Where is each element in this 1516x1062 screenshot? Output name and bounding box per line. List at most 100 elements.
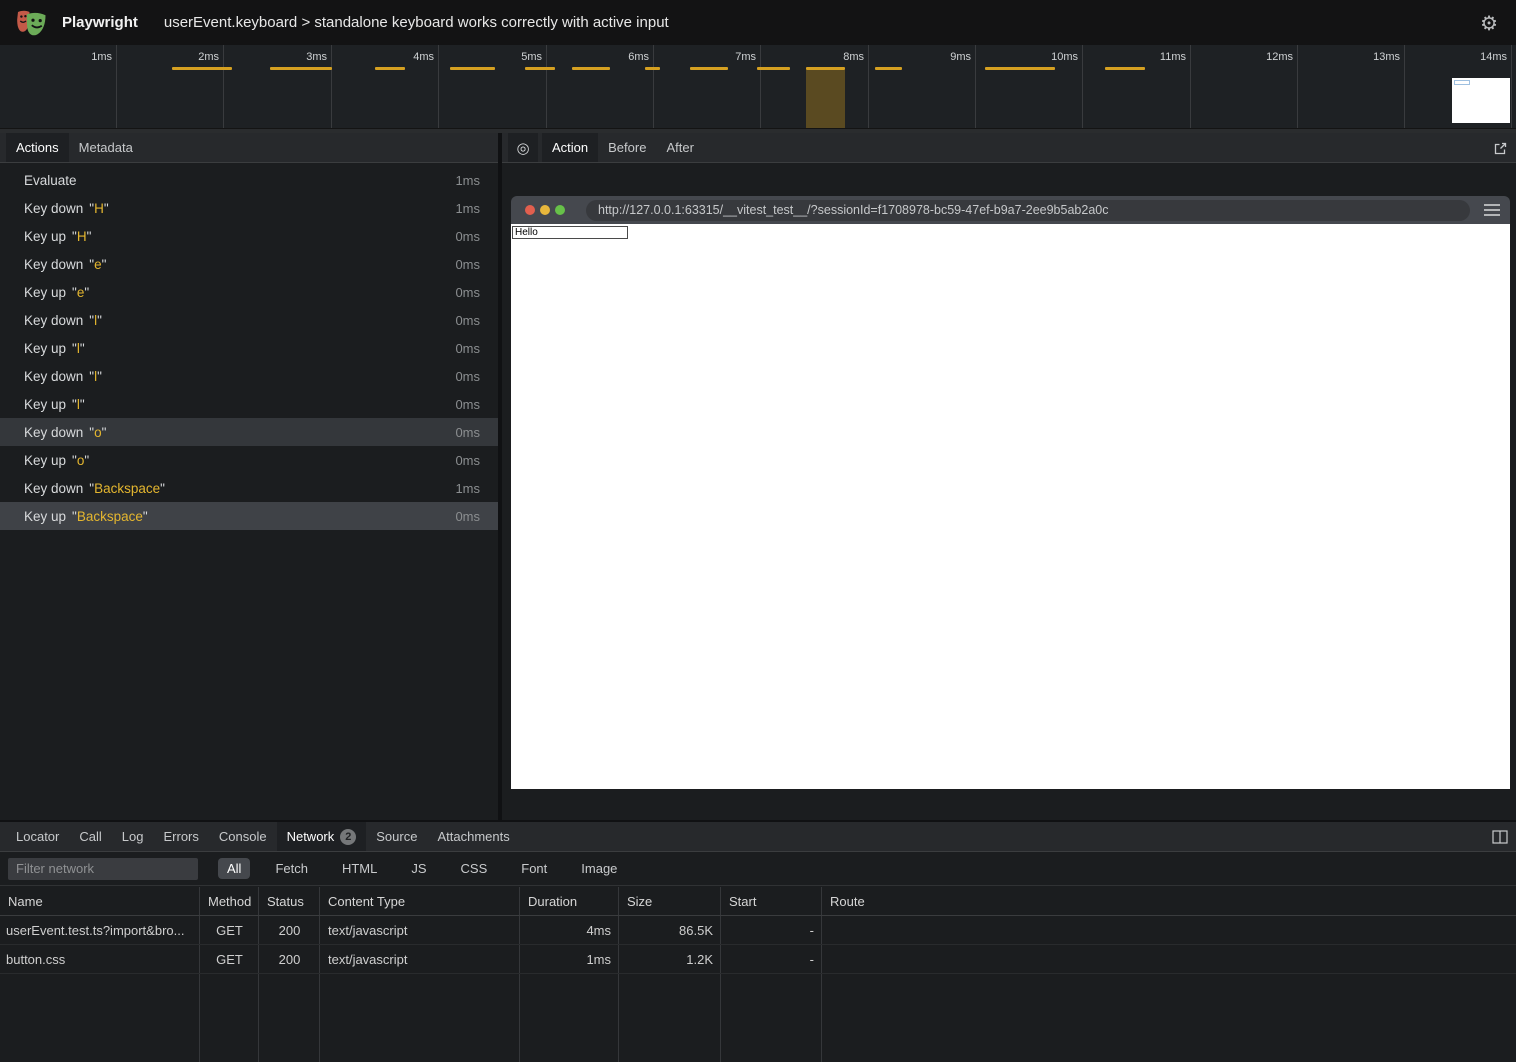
column-header: Start — [721, 894, 822, 909]
action-row[interactable]: Key down "l" 0ms — [0, 306, 498, 334]
details-tab[interactable]: Attachments — [427, 822, 519, 851]
page-text-input[interactable] — [512, 226, 628, 239]
chip-label: Image — [581, 861, 617, 876]
action-label: Key up — [24, 285, 66, 300]
timeline-action-bar[interactable] — [757, 67, 790, 70]
snapshot-tab[interactable]: Before — [598, 133, 656, 162]
action-label: Key down — [24, 369, 83, 384]
action-label: Key down — [24, 313, 83, 328]
network-table-header: Name Method Status Content Type Duration… — [0, 887, 1516, 916]
network-request-row[interactable]: button.css GET 200 text/javascript 1ms 1… — [0, 945, 1516, 974]
action-row[interactable]: Key up "l" 0ms — [0, 334, 498, 362]
details-tab[interactable]: Source — [366, 822, 427, 851]
tab-label: Actions — [16, 140, 59, 155]
details-tab[interactable]: Log — [112, 822, 154, 851]
action-key: "Backspace" — [89, 481, 165, 496]
action-row[interactable]: Key down "e" 0ms — [0, 250, 498, 278]
url-text: http://127.0.0.1:63315/__vitest_test__/?… — [586, 200, 1470, 221]
timeline-gridline: 2ms — [223, 45, 224, 128]
action-duration: 1ms — [455, 173, 498, 188]
network-type-filter-chip[interactable]: Fetch — [266, 858, 317, 879]
main-split: Actions Metadata Evaluate "" 1ms — [0, 133, 1516, 820]
action-row[interactable]: Key down "H" 1ms — [0, 194, 498, 222]
action-duration: 0ms — [455, 509, 498, 524]
timeline-action-bar[interactable] — [875, 67, 902, 70]
snapshot-tab[interactable]: After — [656, 133, 703, 162]
timeline-action-bar[interactable] — [450, 67, 495, 70]
chip-label: Fetch — [275, 861, 308, 876]
timeline-track[interactable]: 1ms 2ms 3ms 4ms 5ms 6ms — [0, 45, 1516, 133]
action-key: "l" — [72, 341, 85, 356]
timeline-tick-label: 8ms — [843, 51, 864, 63]
action-duration: 1ms — [455, 201, 498, 216]
timeline-action-bar[interactable] — [270, 67, 332, 70]
network-filter-row: All Fetch HTML JS CSS — [0, 852, 1516, 886]
network-request-row[interactable]: userEvent.test.ts?import&bro... GET 200 … — [0, 916, 1516, 945]
network-filter-input[interactable] — [8, 858, 198, 880]
network-type-filter-chip[interactable]: Font — [512, 858, 556, 879]
action-list: Evaluate "" 1ms Key down "H" 1ms Key up … — [0, 166, 498, 820]
action-row[interactable]: Key up "H" 0ms — [0, 222, 498, 250]
request-status: 200 — [259, 952, 320, 967]
snapshot-browser-window: http://127.0.0.1:63315/__vitest_test__/?… — [511, 196, 1510, 789]
timeline-action-bar[interactable] — [1105, 67, 1145, 70]
timeline-action-bar[interactable] — [572, 67, 610, 70]
action-key: "e" — [72, 285, 89, 300]
action-label: Key up — [24, 453, 66, 468]
settings-gear-icon[interactable]: ⚙ — [1480, 11, 1504, 35]
request-duration: 1ms — [520, 952, 619, 967]
timeline-action-bar[interactable] — [985, 67, 1055, 70]
network-type-filter-chip[interactable]: HTML — [333, 858, 386, 879]
action-row[interactable]: Key up "e" 0ms — [0, 278, 498, 306]
pick-locator-button[interactable]: ◎ — [508, 133, 538, 162]
request-start: - — [721, 923, 822, 938]
playwright-logo-icon — [14, 8, 50, 38]
action-row[interactable]: Key down "l" 0ms — [0, 362, 498, 390]
network-type-filter-chip[interactable]: JS — [402, 858, 435, 879]
column-header: Name — [0, 894, 200, 909]
action-label: Evaluate — [24, 173, 77, 188]
traffic-light-close-icon — [525, 205, 535, 215]
action-label: Key down — [24, 481, 83, 496]
details-tab[interactable]: Locator — [6, 822, 69, 851]
details-tabs: Locator Call Log Errors — [6, 822, 520, 851]
timeline-action-bar[interactable] — [172, 67, 232, 70]
snapshot-tab[interactable]: Action — [542, 133, 598, 162]
column-header: Content Type — [320, 894, 520, 909]
timeline-gridline: 10ms — [1082, 45, 1083, 128]
timeline-gridline: 3ms — [331, 45, 332, 128]
action-row[interactable]: Key down "Backspace" 1ms — [0, 474, 498, 502]
open-snapshot-external-button[interactable] — [1493, 133, 1508, 163]
network-type-filter-chip[interactable]: CSS — [452, 858, 497, 879]
action-row[interactable]: Key up "o" 0ms — [0, 446, 498, 474]
action-row[interactable]: Key up "l" 0ms — [0, 390, 498, 418]
details-tab[interactable]: Network 2 — [277, 822, 367, 851]
action-row[interactable]: Key up "Backspace" 0ms — [0, 502, 498, 530]
timeline-gridline: 9ms — [975, 45, 976, 128]
action-label: Key up — [24, 229, 66, 244]
action-row[interactable]: Key down "o" 0ms — [0, 418, 498, 446]
request-method: GET — [200, 923, 259, 938]
timeline-action-bar[interactable] — [645, 67, 660, 70]
column-header: Status — [259, 894, 320, 909]
tab-label: Metadata — [79, 140, 133, 155]
timeline-action-bar[interactable] — [525, 67, 555, 70]
timeline-action-bar[interactable] — [806, 67, 845, 70]
request-status: 200 — [259, 923, 320, 938]
action-key: "o" — [89, 425, 106, 440]
timeline-action-bar[interactable] — [690, 67, 728, 70]
details-tab[interactable]: Errors — [153, 822, 208, 851]
tab-label: Network — [287, 829, 335, 844]
details-tab[interactable]: Console — [209, 822, 277, 851]
toggle-split-view-button[interactable] — [1492, 822, 1508, 852]
timeline-tick-label: 10ms — [1051, 51, 1078, 63]
action-key: "l" — [89, 369, 102, 384]
actions-panel-tab[interactable]: Actions — [6, 133, 69, 162]
browser-chrome: http://127.0.0.1:63315/__vitest_test__/?… — [511, 196, 1510, 224]
network-type-filter-chip[interactable]: Image — [572, 858, 626, 879]
details-tab[interactable]: Call — [69, 822, 111, 851]
timeline-action-bar[interactable] — [375, 67, 405, 70]
action-row[interactable]: Evaluate "" 1ms — [0, 166, 498, 194]
actions-panel-tab[interactable]: Metadata — [69, 133, 143, 162]
network-type-filter-chip[interactable]: All — [218, 858, 250, 879]
